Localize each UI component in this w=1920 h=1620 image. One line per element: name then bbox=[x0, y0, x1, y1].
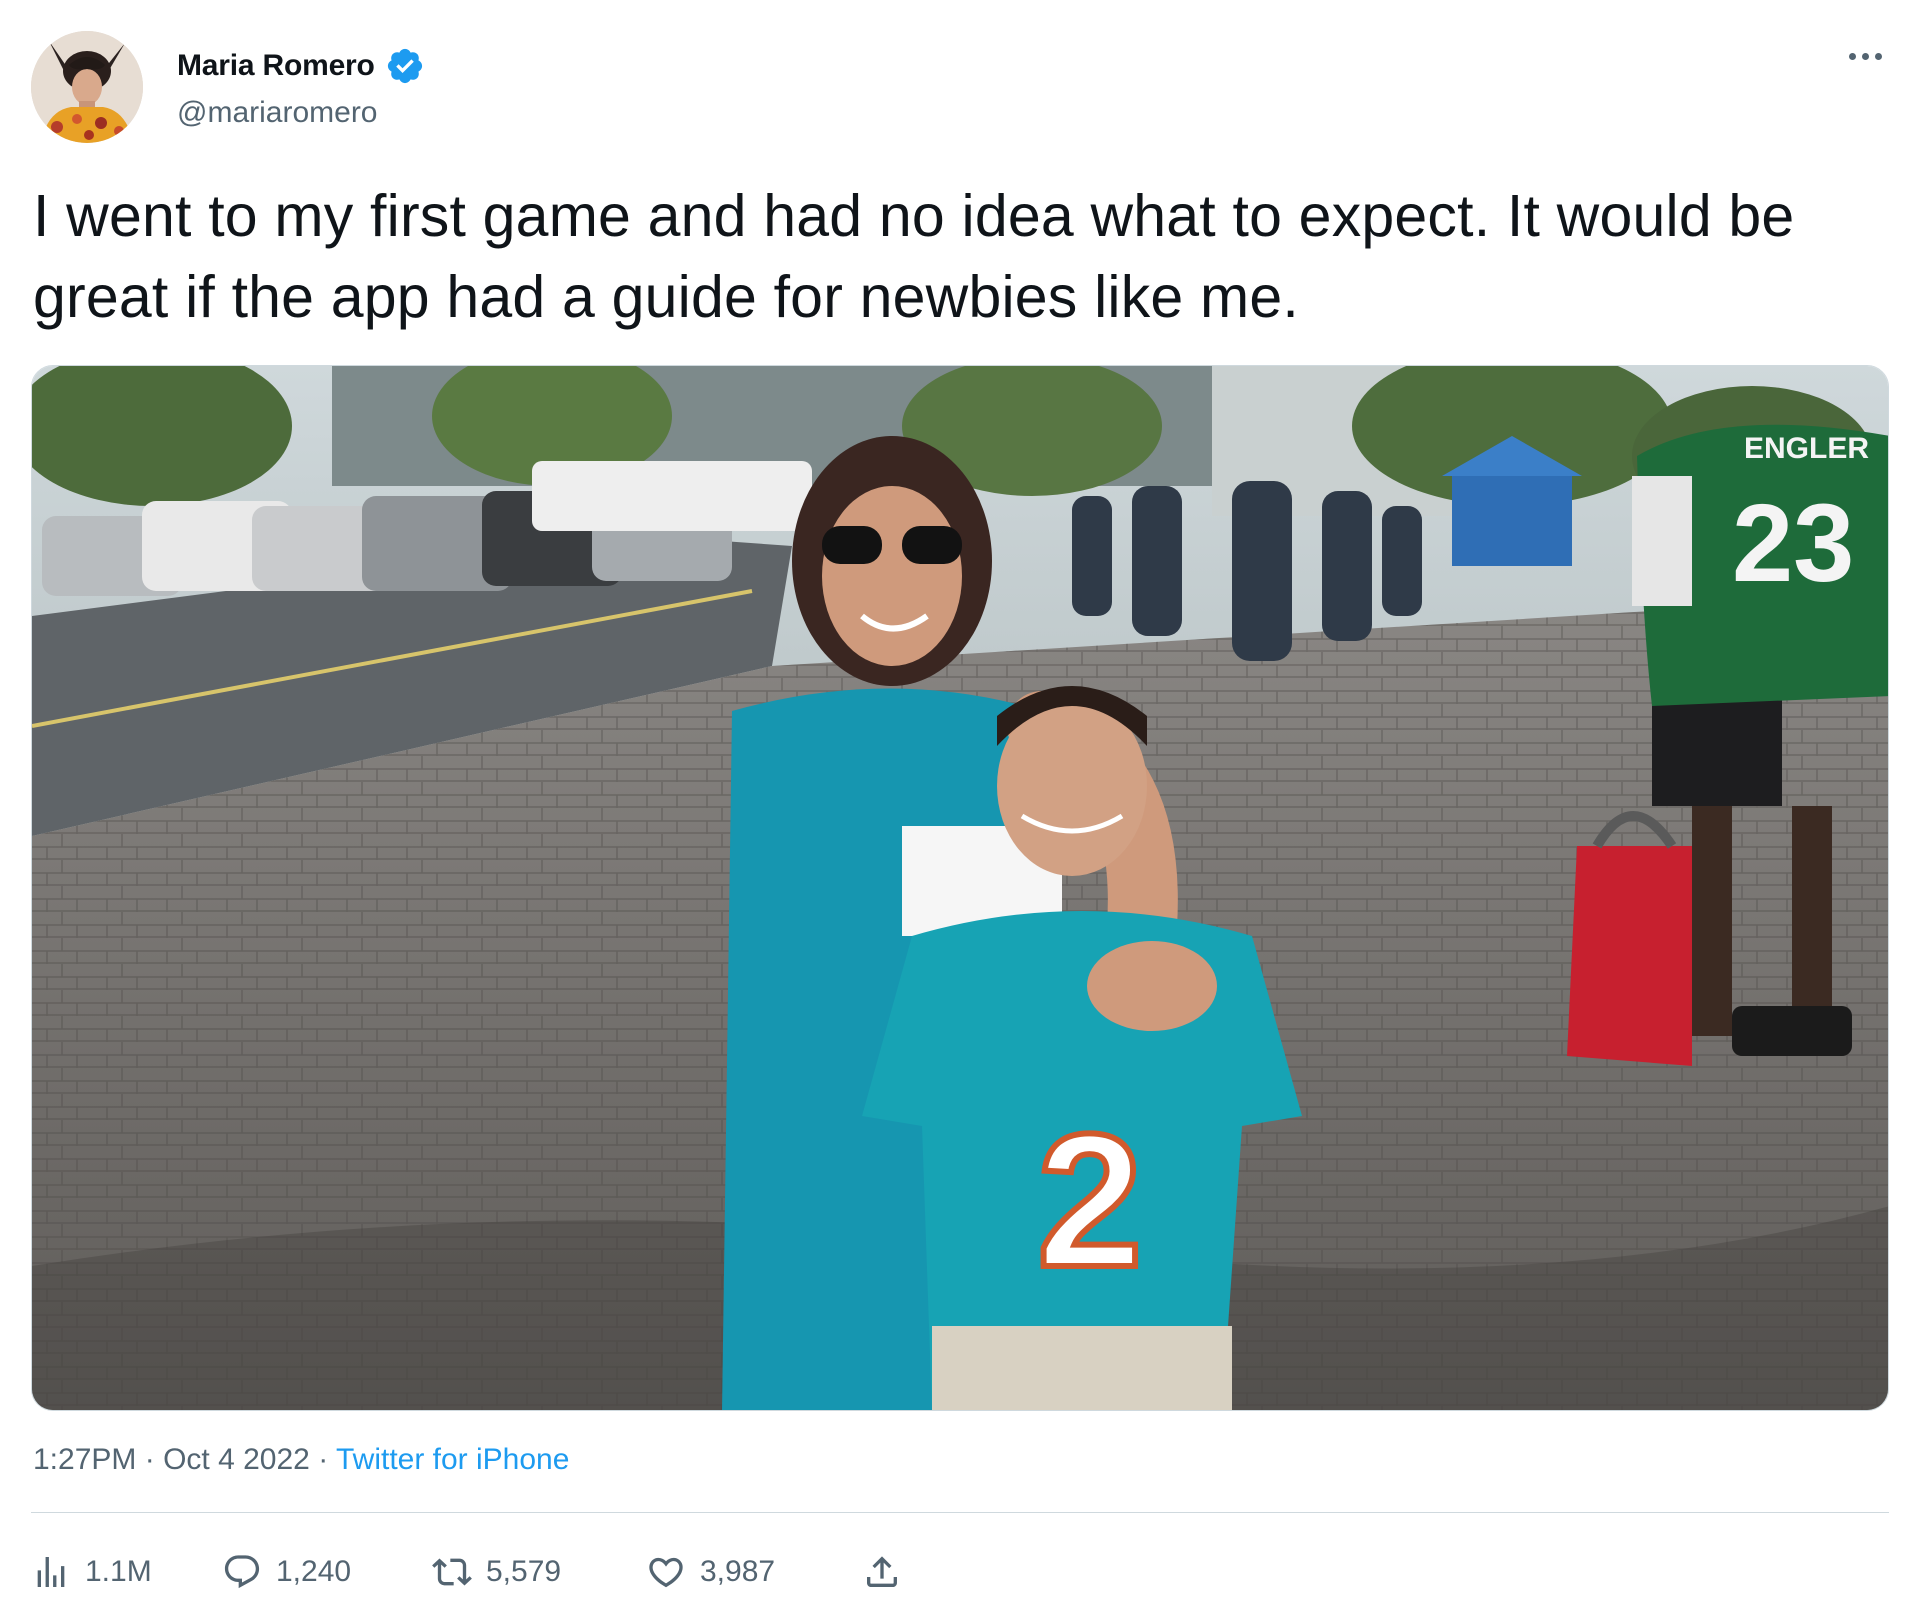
tweet-card: Maria Romero @mariaromero I went to my f… bbox=[0, 0, 1920, 1620]
green-jersey-name: ENGLER bbox=[1744, 432, 1869, 465]
meta-separator: · bbox=[318, 1443, 329, 1476]
author-display-name[interactable]: Maria Romero bbox=[177, 49, 375, 83]
verified-badge-icon bbox=[387, 48, 422, 84]
avatar[interactable] bbox=[31, 31, 143, 143]
green-jersey-number: 23 bbox=[1732, 482, 1854, 605]
share-icon bbox=[867, 1556, 897, 1587]
views-button[interactable]: 1.1M bbox=[31, 1552, 222, 1592]
dot bbox=[1861, 52, 1869, 60]
tweet-meta: 1:27PM · Oct 4 2022 · Twitter for iPhone bbox=[33, 1443, 569, 1477]
like-count: 3,987 bbox=[700, 1555, 776, 1588]
retweet-count: 5,579 bbox=[486, 1555, 562, 1588]
divider bbox=[31, 1512, 1889, 1513]
tweet-photo[interactable]: 23 ENGLER 2 bbox=[31, 365, 1889, 1411]
dot bbox=[1874, 52, 1882, 60]
reply-count: 1,240 bbox=[276, 1555, 352, 1588]
retweet-button[interactable]: 5,579 bbox=[432, 1552, 646, 1592]
share-button[interactable] bbox=[862, 1552, 902, 1592]
meta-separator: · bbox=[144, 1443, 155, 1476]
like-button[interactable]: 3,987 bbox=[646, 1552, 862, 1592]
heart-icon bbox=[649, 1557, 683, 1588]
tweet-text: I went to my first game and had no idea … bbox=[33, 183, 1795, 330]
tweet-time[interactable]: 1:27PM bbox=[33, 1443, 136, 1476]
tweet-actions: 1.1M 1,240 5,579 3,987 bbox=[31, 1542, 902, 1602]
retweet-icon bbox=[432, 1558, 472, 1586]
author-handle[interactable]: @mariaromero bbox=[177, 96, 378, 130]
tweet-source-link[interactable]: Twitter for iPhone bbox=[336, 1443, 569, 1476]
avatar-image bbox=[31, 31, 143, 143]
reply-bubble-icon bbox=[224, 1555, 260, 1589]
dot bbox=[1848, 52, 1856, 60]
views-chart-icon bbox=[37, 1557, 65, 1587]
reply-button[interactable]: 1,240 bbox=[222, 1552, 432, 1592]
views-count: 1.1M bbox=[85, 1555, 152, 1588]
tweet-date[interactable]: Oct 4 2022 bbox=[163, 1443, 310, 1476]
more-options-icon[interactable] bbox=[1836, 36, 1894, 76]
boy-jersey-number: 2 bbox=[1037, 1095, 1143, 1307]
photo-illustration: 23 ENGLER 2 bbox=[32, 366, 1888, 1410]
author-name-row[interactable]: Maria Romero bbox=[177, 46, 425, 86]
